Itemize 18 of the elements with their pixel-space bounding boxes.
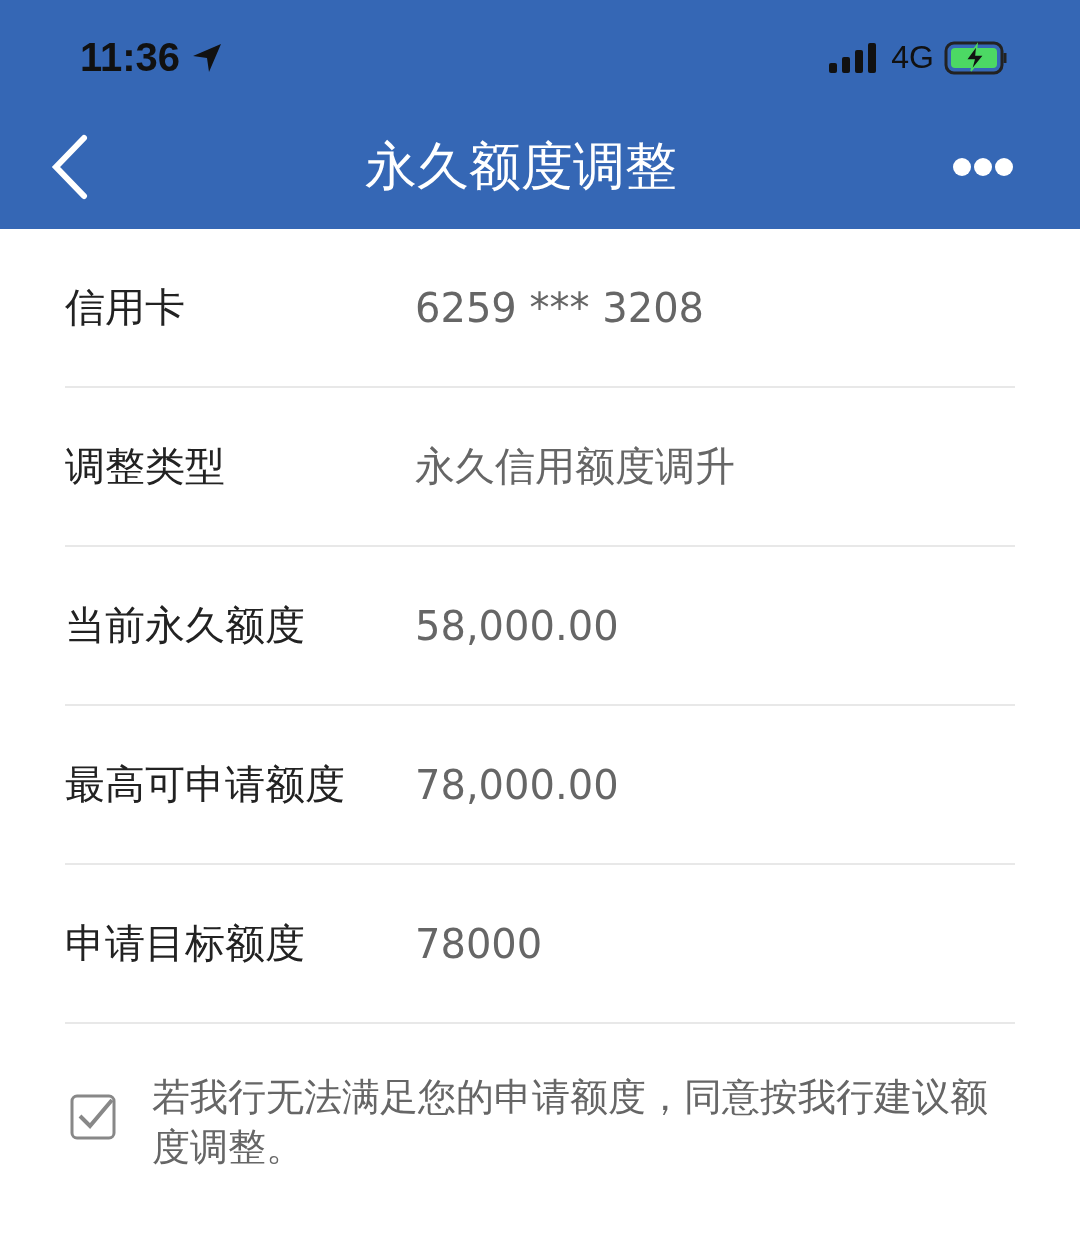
field-label: 调整类型 [65, 442, 226, 491]
field-label: 最高可申请额度 [65, 760, 346, 809]
field-value: 永久信用额度调升 [415, 442, 735, 491]
agreement-text: 若我行无法满足您的申请额度，同意按我行建议额度调整。 [152, 1074, 989, 1171]
field-value: 58,000.00 [415, 602, 619, 649]
status-time: 11:36 [80, 35, 181, 80]
battery-icon [944, 40, 1010, 75]
checkbox[interactable] [70, 1094, 116, 1140]
field-value: 78,000.00 [415, 761, 619, 808]
field-label: 申请目标额度 [65, 919, 306, 968]
network-label: 4G [891, 39, 934, 76]
more-button[interactable] [952, 157, 1014, 177]
back-button[interactable] [50, 134, 90, 200]
field-value: 78000 [415, 920, 543, 967]
field-label: 信用卡 [65, 283, 186, 332]
page-title: 永久额度调整 [365, 135, 677, 198]
field-value: 6259 *** 3208 [415, 284, 705, 331]
field-label: 当前永久额度 [65, 601, 306, 650]
